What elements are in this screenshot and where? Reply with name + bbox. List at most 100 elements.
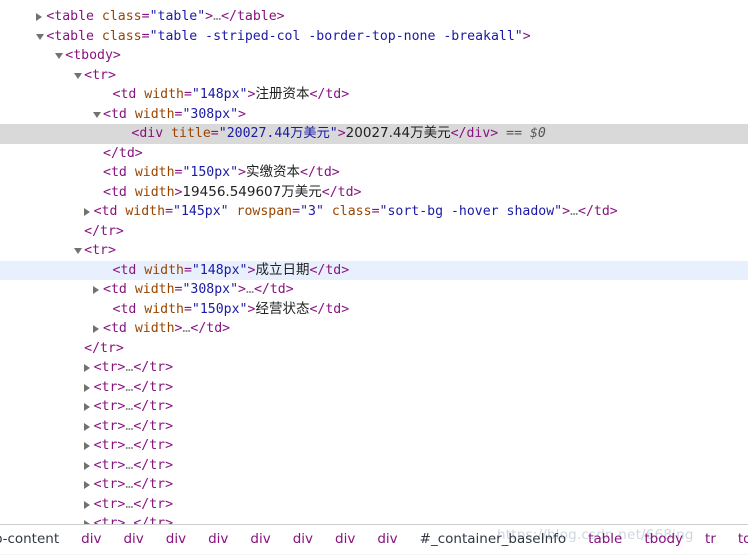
expand-triangle-open-icon[interactable] xyxy=(93,105,103,125)
text-node: 实缴资本 xyxy=(246,164,300,180)
breadcrumb-item[interactable]: tr xyxy=(694,525,727,554)
breadcrumb-item[interactable]: div xyxy=(366,525,408,554)
dom-node-row[interactable]: <div title="20027.44万美元">20027.44万美元</di… xyxy=(0,124,748,144)
dom-node-row[interactable]: <tr>…</tr> xyxy=(0,436,748,456)
dom-node-row[interactable]: <tr>…</tr> xyxy=(0,456,748,476)
expand-triangle-open-icon[interactable] xyxy=(74,66,84,86)
dom-tree[interactable]: <table class="table">…</table> <table cla… xyxy=(0,0,748,524)
tag-token: <td xyxy=(112,87,145,102)
expand-triangle-closed-icon[interactable] xyxy=(83,397,94,417)
tag-token: = xyxy=(165,204,174,219)
toggle-spacer xyxy=(74,339,84,359)
expand-triangle-closed-icon[interactable] xyxy=(83,495,94,515)
tag-token: = xyxy=(141,28,150,44)
expand-triangle-open-icon[interactable] xyxy=(55,46,65,66)
expand-triangle-open-icon[interactable] xyxy=(74,241,84,261)
dom-node-row[interactable]: <tr> xyxy=(0,241,748,261)
breadcrumb-item[interactable]: div xyxy=(324,525,366,554)
tag-token: <tr> xyxy=(93,360,126,375)
attribute-value: "148px" xyxy=(191,87,248,102)
dom-node-row[interactable]: <td width="150px">实缴资本</td> xyxy=(0,163,748,183)
tag-token: <tr> xyxy=(84,243,116,258)
toggle-spacer xyxy=(121,124,131,144)
attribute-value: "table" xyxy=(149,9,206,24)
attribute-name: title xyxy=(171,126,211,141)
dom-node-row[interactable]: <tbody> xyxy=(0,46,748,66)
tag-token: </td> xyxy=(321,184,362,200)
dom-node-row[interactable]: <td width="308px">…</td> xyxy=(0,280,748,300)
breadcrumb-item[interactable]: div xyxy=(239,525,281,554)
attribute-name: width xyxy=(144,87,184,102)
dom-node-row[interactable]: <tr> xyxy=(0,66,748,86)
expand-triangle-closed-icon[interactable] xyxy=(93,319,103,339)
dom-node-row[interactable]: <td width="148px">成立日期</td> xyxy=(0,260,748,281)
tag-token: = xyxy=(183,87,192,102)
tag-token: = xyxy=(183,301,192,317)
dom-node-row[interactable]: <tr>…</tr> xyxy=(0,417,748,437)
expand-triangle-closed-icon[interactable] xyxy=(83,358,94,378)
dom-node-row[interactable]: </td> xyxy=(0,144,748,164)
dom-node-row[interactable]: <td width="150px">经营状态</td> xyxy=(0,300,748,320)
attribute-name: width xyxy=(134,165,175,180)
text-node: 20027.44万美元 xyxy=(345,125,451,141)
dom-node-row[interactable]: </tr> xyxy=(0,222,748,242)
toggle-spacer xyxy=(103,261,113,281)
dom-node-row[interactable]: <tr>…</tr> xyxy=(0,358,748,378)
attribute-value: "150px" xyxy=(191,301,248,317)
expand-triangle-closed-icon[interactable] xyxy=(83,514,94,524)
collapsed-ellipsis: … xyxy=(213,9,222,24)
tag-token: > xyxy=(337,126,346,141)
dom-node-row[interactable]: <td width>…</td> xyxy=(0,319,748,339)
expand-triangle-closed-icon[interactable] xyxy=(83,417,94,437)
text-node: 经营状态 xyxy=(255,300,310,317)
tag-token: <table xyxy=(46,9,102,24)
expand-triangle-closed-icon[interactable] xyxy=(83,475,94,495)
attribute-value: "308px" xyxy=(182,106,239,122)
dom-node-row[interactable]: <tr>…</tr> xyxy=(0,514,748,524)
breadcrumb-item[interactable]: div xyxy=(282,525,324,554)
tag-token: </tr> xyxy=(133,360,174,375)
breadcrumb-item[interactable]: table xyxy=(577,525,633,554)
expand-triangle-closed-icon[interactable] xyxy=(93,280,103,300)
dom-node-row[interactable]: <td width="145px" rowspan="3" class="sor… xyxy=(0,202,748,222)
expand-triangle-closed-icon[interactable] xyxy=(83,436,94,456)
attribute-value: "sort-bg -hover shadow" xyxy=(379,204,563,219)
toggle-spacer xyxy=(93,183,103,203)
tag-token: </tr> xyxy=(133,496,174,512)
tag-token: <tr> xyxy=(93,379,126,395)
expand-triangle-closed-icon[interactable] xyxy=(36,7,46,27)
breadcrumb-item[interactable]: p-content xyxy=(0,525,70,554)
console-ref: == $0 xyxy=(498,126,546,141)
collapsed-ellipsis: … xyxy=(246,282,254,297)
breadcrumb-item[interactable]: td xyxy=(727,525,748,554)
dom-node-row[interactable] xyxy=(0,0,748,7)
tag-token: > xyxy=(522,28,531,44)
breadcrumb-item[interactable]: #_container_baseInfo xyxy=(409,525,578,554)
breadcrumb-item[interactable]: div xyxy=(112,525,154,554)
dom-node-row[interactable]: <td width>19456.549607万美元</td> xyxy=(0,183,748,203)
dom-node-row[interactable]: <tr>…</tr> xyxy=(0,475,748,495)
tag-token: <tr> xyxy=(93,418,126,434)
dom-node-row[interactable]: <td width="148px">注册资本</td> xyxy=(0,85,748,105)
expand-triangle-closed-icon[interactable] xyxy=(83,456,94,476)
dom-node-row[interactable]: </tr> xyxy=(0,339,748,359)
breadcrumb-item[interactable]: div xyxy=(70,525,112,554)
tag-token: <tr> xyxy=(93,477,126,492)
breadcrumb-item[interactable]: tbody xyxy=(633,525,694,554)
dom-node-row[interactable]: <tr>…</tr> xyxy=(0,378,748,398)
tag-token: <tr> xyxy=(93,457,126,473)
dom-node-row[interactable]: <table class="table">…</table> xyxy=(0,7,748,27)
expand-triangle-closed-icon[interactable] xyxy=(83,202,94,222)
breadcrumb[interactable]: p-content div div div div div div div div #_conta… xyxy=(0,524,748,555)
dom-node-row[interactable]: <table class="table -striped-col -border… xyxy=(0,27,748,47)
expand-triangle-closed-icon[interactable] xyxy=(83,378,94,398)
dom-node-row[interactable]: <tr>…</tr> xyxy=(0,495,748,515)
breadcrumb-item[interactable]: div xyxy=(197,525,239,554)
attribute-value: "145px" xyxy=(173,204,229,219)
tag-token: <tbody> xyxy=(65,48,121,63)
expand-triangle-open-icon[interactable] xyxy=(36,27,46,47)
dom-node-row[interactable]: <tr>…</tr> xyxy=(0,397,748,417)
breadcrumb-item[interactable]: div xyxy=(155,525,197,554)
toggle-spacer xyxy=(103,300,113,320)
dom-node-row[interactable]: <td width="308px"> xyxy=(0,105,748,125)
